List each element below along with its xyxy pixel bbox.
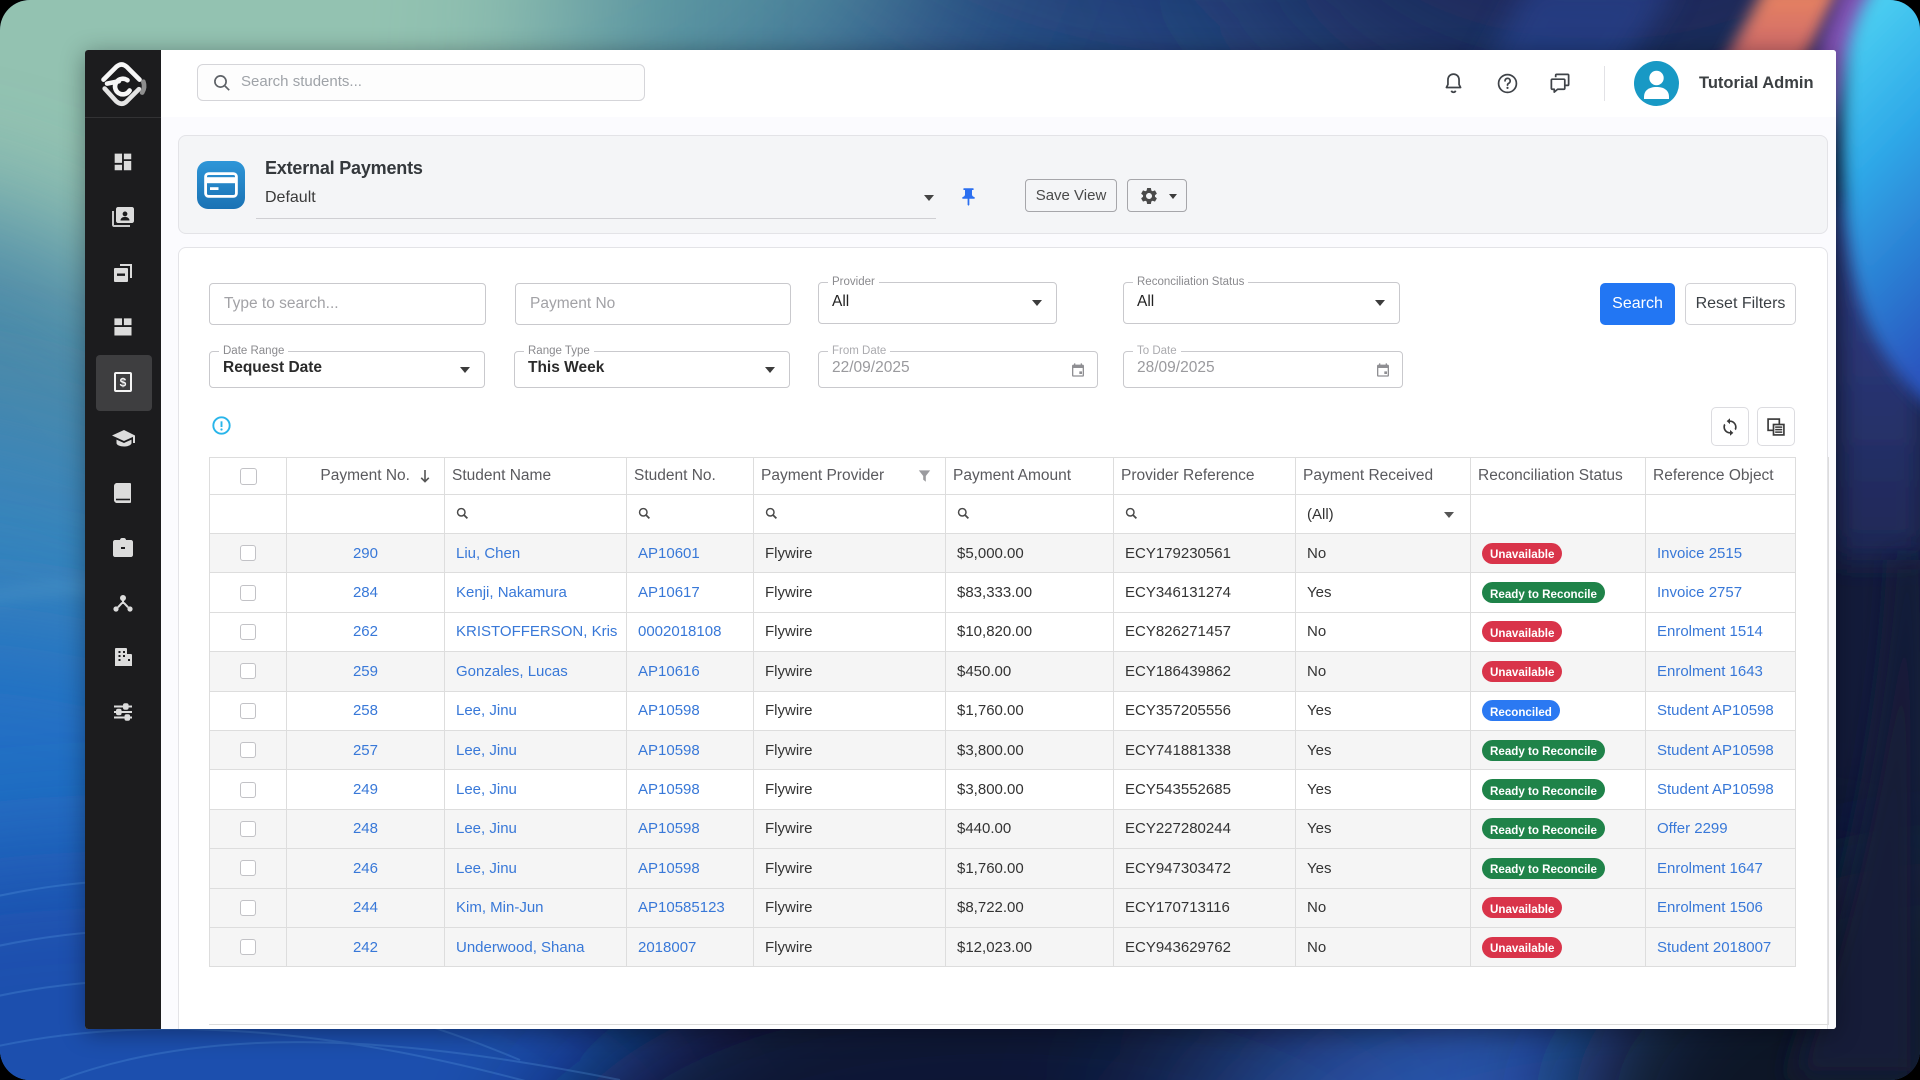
svg-text:$: $ (120, 376, 127, 390)
